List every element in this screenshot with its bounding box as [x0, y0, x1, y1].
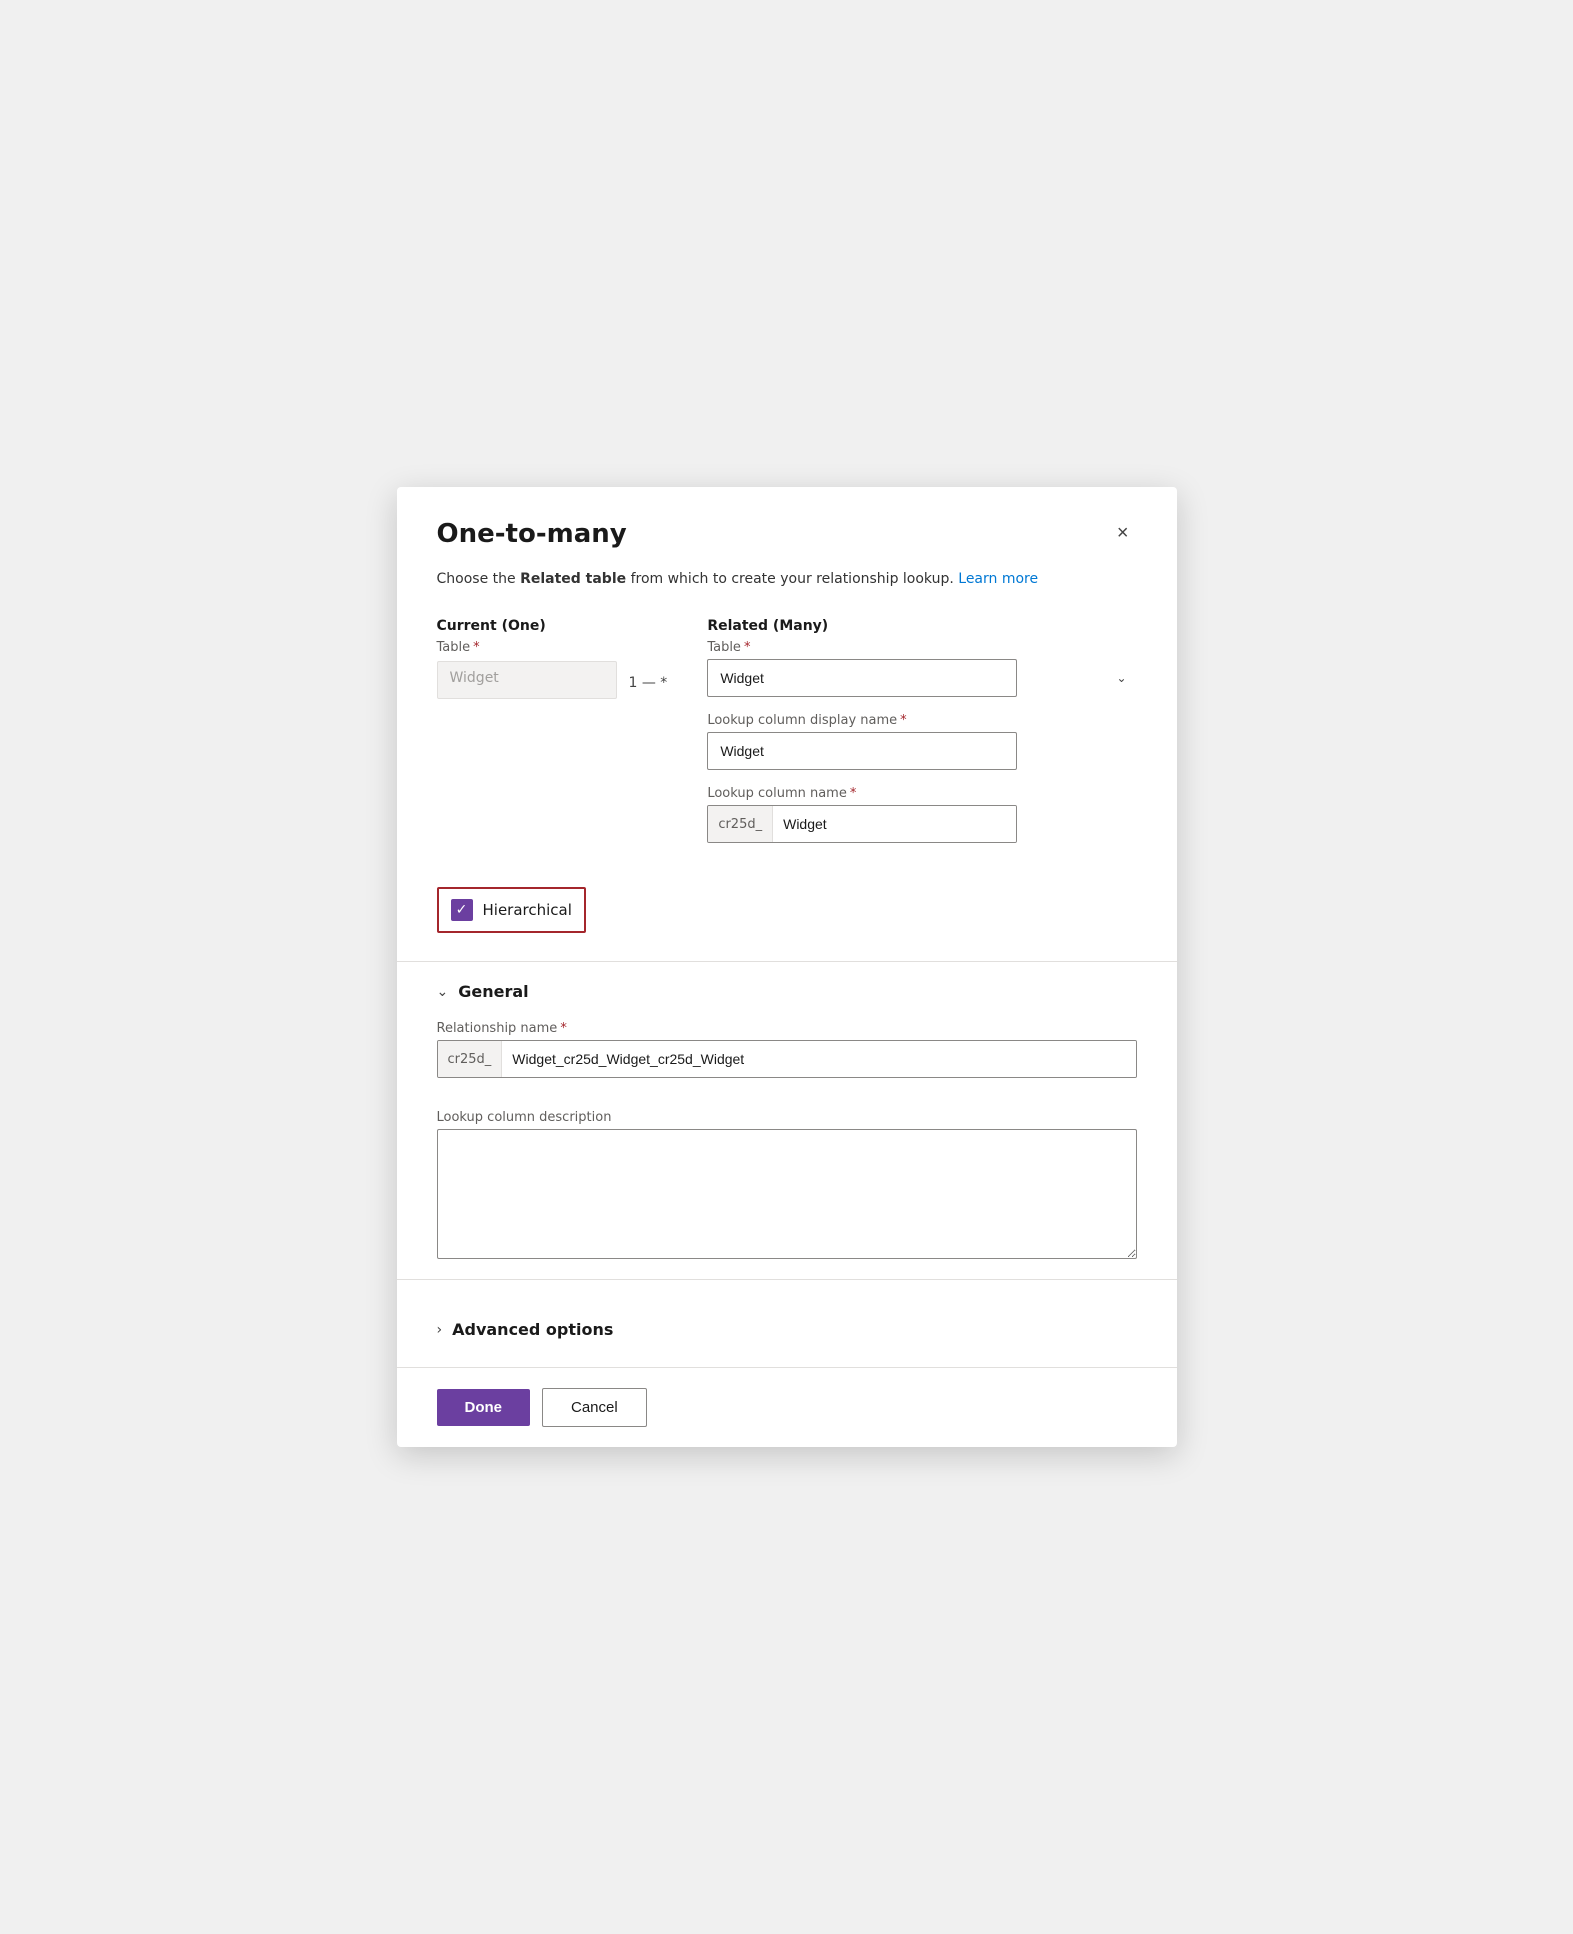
relationship-name-input[interactable]: [502, 1041, 1135, 1077]
columns-row: Current (One) Table* Widget 1 — * Relate…: [437, 618, 1137, 859]
learn-more-link[interactable]: Learn more: [958, 571, 1038, 587]
relationship-name-field: Relationship name* cr25d_: [437, 1021, 1137, 1094]
lookup-column-name-wrapper: cr25d_: [707, 805, 1017, 843]
chevron-down-icon: ⌄: [1116, 671, 1126, 685]
description-bold: Related table: [520, 571, 626, 587]
lookup-display-name-input[interactable]: [707, 732, 1017, 770]
dialog-title: One-to-many: [437, 519, 627, 549]
divider-1: [397, 961, 1177, 962]
relationship-name-prefix: cr25d_: [438, 1041, 503, 1077]
lookup-column-name-input[interactable]: [773, 806, 1016, 842]
lookup-name-prefix: cr25d_: [708, 806, 773, 842]
relation-row: Widget 1 — *: [437, 661, 668, 699]
cancel-button[interactable]: Cancel: [542, 1388, 647, 1427]
chevron-down-icon: ⌄: [437, 984, 449, 1000]
lookup-description-field: Lookup column description: [437, 1110, 1137, 1263]
advanced-options-title: Advanced options: [452, 1320, 613, 1339]
lookup-column-name-label: Lookup column name*: [707, 786, 1136, 801]
related-column-header: Related (Many): [707, 618, 1136, 634]
advanced-options-toggle[interactable]: › Advanced options: [437, 1320, 1137, 1339]
lookup-description-textarea[interactable]: [437, 1129, 1137, 1259]
dialog-header: One-to-many ×: [437, 519, 1137, 549]
lookup-column-name-field: Lookup column name* cr25d_: [707, 786, 1136, 843]
description-before: Choose the: [437, 571, 521, 587]
lookup-display-name-label: Lookup column display name*: [707, 713, 1136, 728]
description-after: from which to create your relationship l…: [626, 571, 954, 587]
related-column: Related (Many) Table* Widget ⌄ Lookup co…: [707, 618, 1136, 859]
checkmark-icon: ✓: [456, 903, 468, 917]
done-button[interactable]: Done: [437, 1389, 531, 1426]
related-table-select[interactable]: Widget: [707, 659, 1017, 697]
general-section-title: General: [458, 982, 528, 1001]
current-table-label: Table*: [437, 640, 668, 655]
hierarchical-row[interactable]: ✓ Hierarchical: [437, 887, 586, 933]
lookup-description-label: Lookup column description: [437, 1110, 1137, 1125]
one-to-many-dialog: One-to-many × Choose the Related table f…: [397, 487, 1177, 1447]
current-table-display: Widget: [437, 661, 617, 699]
lookup-display-name-field: Lookup column display name*: [707, 713, 1136, 770]
general-section-toggle[interactable]: ⌄ General: [437, 982, 1137, 1001]
related-table-select-wrapper: Widget ⌄: [707, 659, 1136, 697]
chevron-right-icon: ›: [437, 1322, 443, 1338]
description-text: Choose the Related table from which to c…: [437, 569, 1137, 590]
relationship-name-wrapper: cr25d_: [437, 1040, 1137, 1078]
relation-symbol: 1 — *: [629, 675, 668, 691]
close-button[interactable]: ×: [1109, 519, 1137, 547]
dialog-footer: Done Cancel: [397, 1367, 1177, 1447]
divider-2: [397, 1279, 1177, 1280]
hierarchical-label: Hierarchical: [483, 901, 572, 919]
relationship-name-label: Relationship name*: [437, 1021, 1137, 1036]
current-column: Current (One) Table* Widget 1 — *: [437, 618, 668, 699]
current-column-header: Current (One): [437, 618, 668, 634]
related-table-field: Table* Widget ⌄: [707, 640, 1136, 697]
hierarchical-checkbox[interactable]: ✓: [451, 899, 473, 921]
related-table-label: Table*: [707, 640, 1136, 655]
